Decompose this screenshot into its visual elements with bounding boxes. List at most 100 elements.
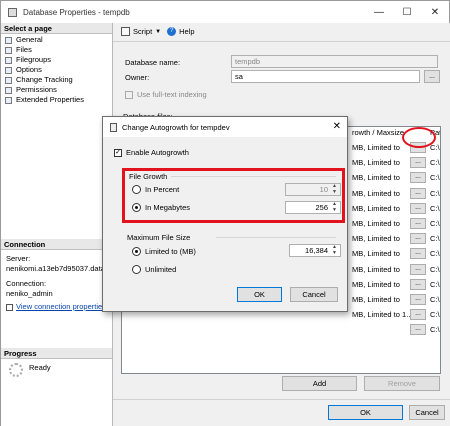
path-cell: C:\ — [430, 264, 440, 274]
remove-button[interactable]: Remove — [364, 376, 440, 391]
highlight-oval — [402, 127, 436, 148]
maximize-button[interactable]: ☐ — [393, 1, 421, 23]
dialog-cancel-button[interactable]: Cancel — [290, 287, 338, 302]
script-button[interactable]: Script — [133, 27, 152, 36]
owner-field[interactable]: sa — [231, 70, 420, 83]
growth-cell: MB, Limited to — [352, 219, 400, 228]
add-button[interactable]: Add — [282, 376, 357, 391]
toolbar: Script ▼ ? Help — [121, 27, 195, 36]
database-name-field[interactable]: tempdb — [231, 55, 438, 68]
maximum-file-size-label: Maximum File Size — [127, 233, 191, 242]
wrench-icon — [5, 46, 12, 54]
limited-to-label: Limited to (MB) — [145, 247, 196, 256]
minimize-button[interactable]: — — [365, 1, 393, 23]
help-button[interactable]: Help — [179, 27, 194, 36]
page-item-change-tracking[interactable]: Change Tracking — [5, 75, 73, 85]
wrench-icon — [5, 86, 12, 94]
path-cell: C:\ — [430, 295, 440, 304]
file-growth-highlight — [122, 168, 345, 223]
autogrowth-browse-button[interactable]: ... — [410, 233, 426, 245]
fulltext-label: Use full-text indexing — [137, 90, 207, 99]
path-cell: C:\ — [430, 219, 440, 228]
max-size-separator — [216, 237, 336, 238]
wrench-icon — [5, 56, 12, 64]
cancel-button[interactable]: Cancel — [409, 405, 445, 420]
chevron-down-icon[interactable]: ▼ — [155, 29, 161, 35]
page-item-extended-properties[interactable]: Extended Properties — [5, 95, 84, 105]
autogrowth-browse-button[interactable]: ... — [410, 202, 426, 214]
close-button[interactable]: ✕ — [421, 1, 449, 23]
page-item-general[interactable]: General — [5, 35, 43, 45]
path-cell: C:\ — [430, 310, 440, 320]
footer-divider — [113, 399, 450, 400]
table-row[interactable]: ... C:\ — [122, 322, 440, 337]
page-item-files[interactable]: Files — [5, 45, 32, 55]
autogrowth-browse-button[interactable]: ... — [410, 263, 426, 275]
path-cell: C:\ — [430, 279, 440, 289]
database-properties-window: Database Properties - tempdb — ☐ ✕ Selec… — [0, 0, 450, 426]
script-icon — [121, 27, 130, 36]
window-title: Database Properties - tempdb — [23, 7, 130, 17]
page-item-options[interactable]: Options — [5, 65, 42, 75]
wrench-icon — [5, 76, 12, 84]
help-icon: ? — [167, 27, 177, 36]
server-value: nenikomi.a13eb7d95037.datab — [6, 264, 110, 273]
autogrowth-browse-button[interactable]: ... — [410, 218, 426, 229]
path-cell: C:\ — [430, 203, 440, 213]
toolbar-divider — [113, 41, 450, 42]
progress-header: Progress — [1, 348, 112, 359]
connection-value: neniko_admin — [6, 289, 53, 298]
dialog-title: Change Autogrowth for tempdev — [122, 122, 230, 132]
autogrowth-browse-button[interactable]: ... — [410, 278, 426, 290]
path-cell: C:\ — [430, 325, 440, 335]
fulltext-checkbox[interactable] — [125, 91, 133, 99]
owner-label: Owner: — [125, 73, 150, 82]
growth-cell: MB, Limited to — [352, 173, 400, 183]
wrench-icon — [5, 96, 12, 104]
path-cell: C:\ — [430, 234, 440, 244]
page-item-permissions[interactable]: Permissions — [5, 85, 57, 95]
growth-cell: MB, Limited to — [352, 279, 400, 289]
progress-spinner-icon — [9, 363, 23, 377]
file-icon — [110, 122, 117, 132]
limited-spinner[interactable]: 16,384 ▲ ▼ — [289, 244, 341, 257]
owner-browse-button[interactable]: ... — [424, 70, 440, 83]
ok-button[interactable]: OK — [328, 405, 403, 420]
dialog-title-bar: Change Autogrowth for tempdev ✕ — [103, 117, 347, 137]
wrench-icon — [5, 66, 12, 74]
path-cell: C:\ — [430, 173, 440, 183]
limited-to-radio[interactable] — [132, 247, 141, 256]
connection-label: Connection: — [6, 279, 47, 288]
database-icon — [8, 7, 17, 17]
unlimited-radio[interactable] — [132, 265, 141, 274]
view-connection-properties-link[interactable]: View connection properties — [6, 302, 106, 312]
properties-icon — [6, 303, 13, 311]
connection-header: Connection — [1, 239, 112, 250]
spinner-arrows-icon[interactable]: ▲ ▼ — [330, 244, 339, 256]
autogrowth-browse-button[interactable]: ... — [410, 324, 426, 336]
growth-cell: MB, Limited to — [352, 203, 400, 213]
enable-autogrowth-label: Enable Autogrowth — [126, 148, 189, 157]
autogrowth-browse-button[interactable]: ... — [410, 187, 426, 199]
server-label: Server: — [6, 254, 31, 263]
growth-cell: MB, Limited to — [352, 264, 400, 274]
unlimited-label: Unlimited — [145, 265, 177, 274]
page-item-filegroups[interactable]: Filegroups — [5, 55, 51, 65]
select-page-header: Select a page — [1, 23, 112, 34]
autogrowth-browse-button[interactable]: ... — [410, 294, 426, 305]
growth-cell: MB, Limited to — [352, 188, 400, 198]
path-cell: C:\ — [430, 158, 440, 168]
autogrowth-browse-button[interactable]: ... — [410, 309, 426, 321]
wrench-icon — [5, 36, 12, 44]
autogrowth-browse-button[interactable]: ... — [410, 248, 426, 260]
dialog-ok-button[interactable]: OK — [237, 287, 282, 302]
path-cell: C:\ — [430, 249, 440, 259]
growth-column-header[interactable]: rowth / Maxsize — [352, 127, 404, 139]
autogrowth-browse-button[interactable]: ... — [410, 157, 426, 169]
dialog-close-icon[interactable]: ✕ — [333, 121, 341, 132]
path-cell: C:\ — [430, 188, 440, 198]
change-autogrowth-dialog: Change Autogrowth for tempdev ✕ ✓ Enable… — [102, 116, 348, 312]
autogrowth-browse-button[interactable]: ... — [410, 172, 426, 184]
growth-cell: MB, Limited to — [352, 295, 400, 304]
enable-autogrowth-checkbox[interactable]: ✓ — [114, 149, 122, 157]
